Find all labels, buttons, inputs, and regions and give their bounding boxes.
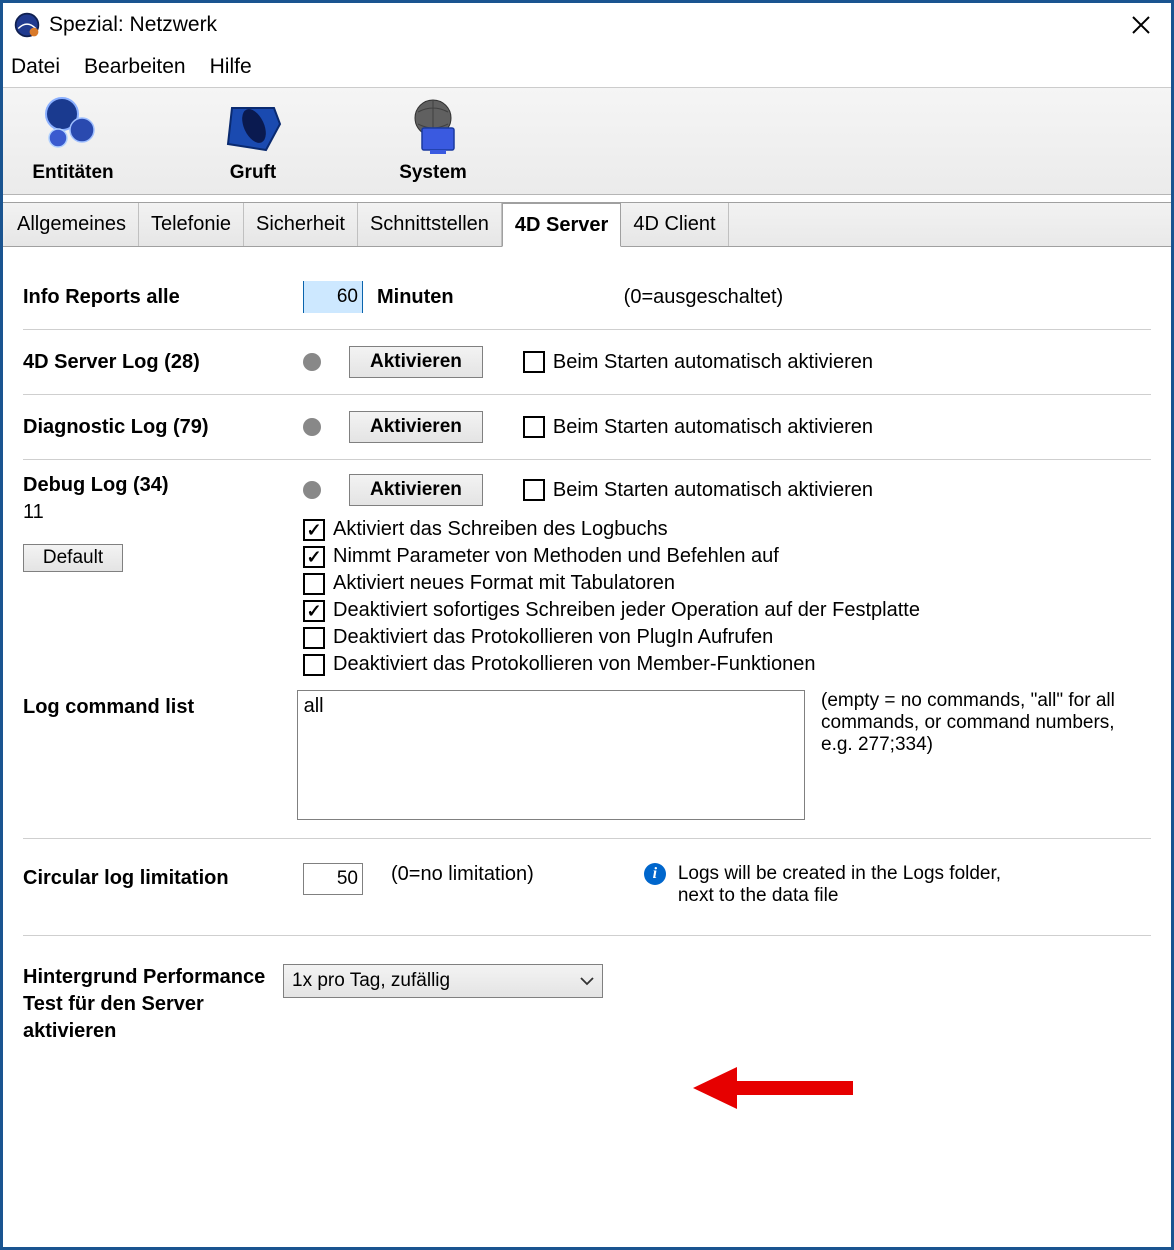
menu-edit[interactable]: Bearbeiten: [84, 55, 186, 79]
debug-opt2-label: Nimmt Parameter von Methoden und Befehle…: [333, 545, 779, 568]
server-log-autostart-label: Beim Starten automatisch aktivieren: [553, 351, 873, 374]
debug-log-status-icon: [303, 481, 321, 499]
circular-input[interactable]: [303, 863, 363, 895]
debug-log-autostart-checkbox[interactable]: [523, 479, 545, 501]
close-button[interactable]: [1121, 5, 1161, 45]
toolbar-entities[interactable]: Entitäten: [23, 96, 123, 184]
toolbar-gruft[interactable]: Gruft: [203, 96, 303, 184]
toolbar-gruft-label: Gruft: [230, 162, 276, 184]
log-cmd-help: (empty = no commands, "all" for all comm…: [821, 690, 1151, 756]
circular-hint: (0=no limitation): [391, 863, 534, 886]
debug-log-subvalue: 11: [23, 501, 303, 524]
menu-file[interactable]: Datei: [11, 55, 60, 79]
diag-log-status-icon: [303, 418, 321, 436]
app-icon: [13, 11, 41, 39]
server-log-autostart-checkbox[interactable]: [523, 351, 545, 373]
tab-security[interactable]: Sicherheit: [244, 203, 358, 246]
diag-log-autostart-checkbox[interactable]: [523, 416, 545, 438]
circular-info: Logs will be created in the Logs folder,…: [678, 863, 1018, 907]
log-cmd-label: Log command list: [23, 690, 297, 719]
debug-opt5-label: Deaktiviert das Protokollieren von PlugI…: [333, 626, 773, 649]
debug-opt1-label: Aktiviert das Schreiben des Logbuchs: [333, 518, 668, 541]
system-icon: [400, 96, 466, 156]
diag-log-label: Diagnostic Log (79): [23, 416, 303, 439]
tab-4d-client[interactable]: 4D Client: [621, 203, 728, 246]
tab-general[interactable]: Allgemeines: [5, 203, 139, 246]
menubar: Datei Bearbeiten Hilfe: [3, 47, 1171, 87]
menu-help[interactable]: Hilfe: [210, 55, 252, 79]
log-cmd-textarea[interactable]: all: [297, 690, 805, 820]
toolbar-system-label: System: [399, 162, 467, 184]
chevron-down-icon: [580, 973, 594, 989]
debug-opt2-checkbox[interactable]: [303, 546, 325, 568]
toolbar: Entitäten Gruft System: [3, 87, 1171, 195]
titlebar: Spezial: Netzwerk: [3, 3, 1171, 47]
circular-label: Circular log limitation: [23, 863, 303, 890]
tab-interfaces[interactable]: Schnittstellen: [358, 203, 502, 246]
gruft-icon: [220, 96, 286, 156]
info-reports-unit: Minuten: [377, 286, 454, 309]
window-title: Spezial: Netzwerk: [49, 13, 217, 37]
tab-4d-server[interactable]: 4D Server: [502, 203, 621, 247]
perf-test-value: 1x pro Tag, zufällig: [292, 970, 450, 992]
info-icon: i: [644, 863, 666, 885]
toolbar-system[interactable]: System: [383, 96, 483, 184]
entities-icon: [40, 96, 106, 156]
debug-log-default-button[interactable]: Default: [23, 544, 123, 572]
server-log-activate-button[interactable]: Aktivieren: [349, 346, 483, 378]
debug-opt4-checkbox[interactable]: [303, 600, 325, 622]
toolbar-entities-label: Entitäten: [32, 162, 113, 184]
info-reports-input[interactable]: [304, 281, 362, 313]
server-log-label: 4D Server Log (28): [23, 351, 303, 374]
diag-log-autostart-label: Beim Starten automatisch aktivieren: [553, 416, 873, 439]
perf-test-label: Hintergrund Performance Test für den Ser…: [23, 964, 283, 1045]
debug-opt4-label: Deaktiviert sofortiges Schreiben jeder O…: [333, 599, 920, 622]
info-reports-hint: (0=ausgeschaltet): [624, 286, 784, 309]
tab-telephony[interactable]: Telefonie: [139, 203, 244, 246]
debug-opt3-checkbox[interactable]: [303, 573, 325, 595]
debug-opt6-checkbox[interactable]: [303, 654, 325, 676]
debug-log-activate-button[interactable]: Aktivieren: [349, 474, 483, 506]
debug-log-autostart-label: Beim Starten automatisch aktivieren: [553, 479, 873, 502]
annotation-arrow: [693, 1063, 863, 1119]
perf-test-select[interactable]: 1x pro Tag, zufällig: [283, 964, 603, 998]
debug-log-label: Debug Log (34): [23, 474, 303, 497]
debug-opt6-label: Deaktiviert das Protokollieren von Membe…: [333, 653, 815, 676]
debug-opt1-checkbox[interactable]: [303, 519, 325, 541]
tab-bar: Allgemeines Telefonie Sicherheit Schnitt…: [3, 203, 1171, 247]
debug-opt3-label: Aktiviert neues Format mit Tabulatoren: [333, 572, 675, 595]
info-reports-label: Info Reports alle: [23, 286, 303, 309]
diag-log-activate-button[interactable]: Aktivieren: [349, 411, 483, 443]
server-log-status-icon: [303, 353, 321, 371]
debug-opt5-checkbox[interactable]: [303, 627, 325, 649]
